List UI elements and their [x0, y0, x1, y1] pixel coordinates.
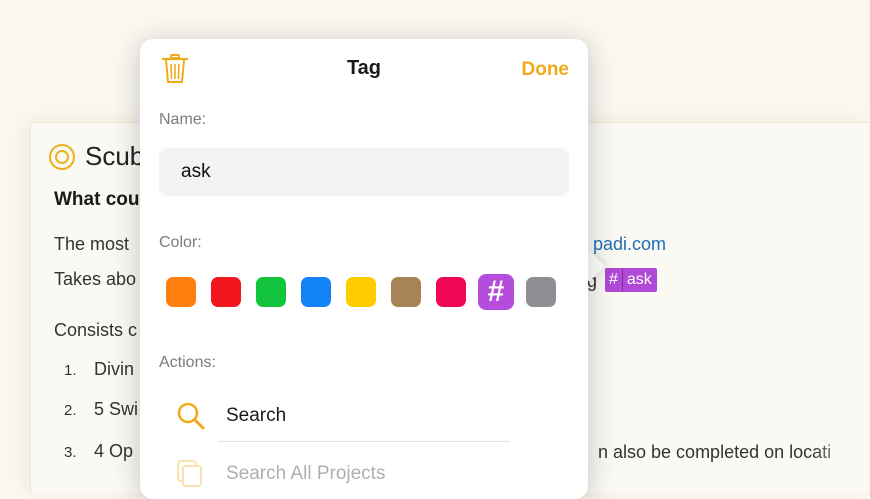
search-all-projects-label: Search All Projects [226, 463, 386, 484]
search-all-projects-action[interactable]: Search All Projects [176, 459, 385, 489]
search-all-projects-icon [177, 460, 202, 487]
document-link[interactable]: padi.com [593, 234, 666, 255]
color-swatch[interactable] [391, 277, 421, 307]
search-icon [177, 402, 205, 430]
color-swatch[interactable] [211, 277, 241, 307]
document-heading: What cou [54, 189, 140, 210]
search-action-label: Search [226, 405, 287, 426]
list-item: 2. 5 Swi [64, 399, 138, 420]
color-label: Color: [159, 234, 202, 251]
tag-pill[interactable]: # ask [605, 268, 657, 292]
list-text: 5 Swi [94, 399, 139, 419]
name-label: Name: [159, 111, 207, 128]
list-text: 4 Op [94, 441, 134, 461]
search-action[interactable]: Search [176, 401, 286, 431]
actions-label: Actions: [159, 354, 216, 371]
document-title: Scub [49, 141, 144, 172]
color-swatches: # [166, 274, 556, 310]
list-text: Divin [94, 359, 135, 379]
color-swatch[interactable] [166, 277, 196, 307]
document-line: Consists c [54, 320, 138, 340]
color-swatch[interactable] [346, 277, 376, 307]
color-swatch[interactable] [436, 277, 466, 307]
color-swatch[interactable] [526, 277, 556, 307]
document-title-text: Scub [85, 141, 145, 171]
color-swatch[interactable] [301, 277, 331, 307]
edge-fade [811, 123, 870, 493]
tag-pill-text: ask [626, 271, 652, 288]
list-number: 3. [64, 444, 77, 461]
tag-popover: Tag Done Name: Color: # Actions: Search … [140, 39, 588, 499]
document-line: The most [54, 234, 130, 254]
color-swatch[interactable] [256, 277, 286, 307]
tag-name-input[interactable] [159, 148, 569, 196]
text-caret [621, 269, 623, 291]
list-number: 2. [64, 402, 77, 419]
done-button[interactable]: Done [522, 59, 570, 81]
divider [218, 441, 510, 442]
document-fragment: n also be completed on locati [598, 442, 832, 462]
color-swatch[interactable]: # [478, 274, 514, 310]
list-item: 3. 4 Op [64, 441, 133, 462]
list-item: 1. Divin [64, 359, 134, 380]
document-line: Takes abo [54, 269, 137, 289]
tag-hash: # [609, 271, 618, 288]
target-icon [49, 143, 75, 170]
list-number: 1. [64, 362, 77, 379]
